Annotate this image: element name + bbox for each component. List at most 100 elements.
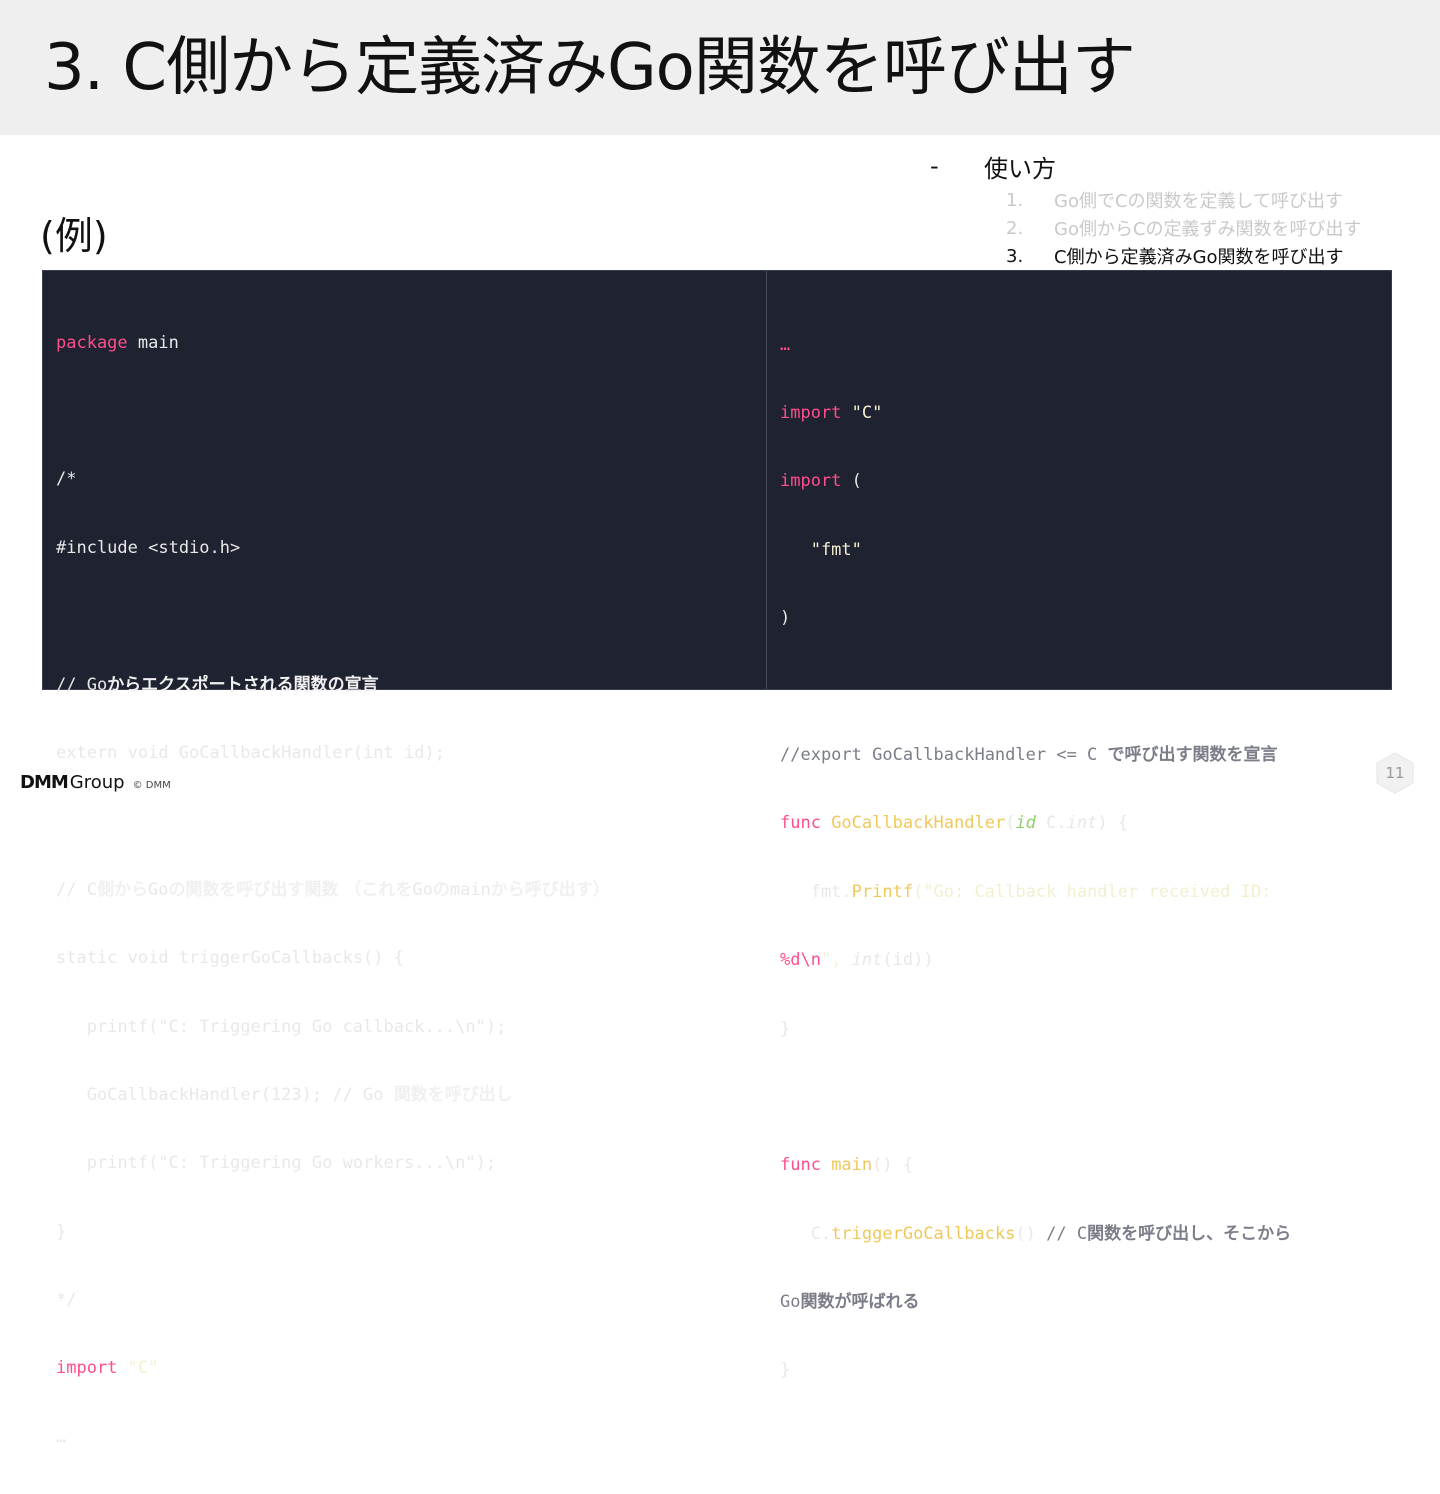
code-line: "fmt" <box>780 539 862 560</box>
code-line: … <box>56 1426 67 1447</box>
code-token: 側から <box>96 879 148 900</box>
code-divider <box>766 271 767 689</box>
code-token: func <box>780 813 821 834</box>
code-token: からエクスポートされる関数の宣言 <box>107 674 379 695</box>
dmm-group-logo: DMM Group © DMM <box>20 772 171 793</box>
code-token: Go <box>412 879 433 900</box>
code-token: () <box>1015 1223 1047 1244</box>
code-token: Printf <box>851 881 914 902</box>
code-token: ("Go: Callback handler received ID: <box>913 881 1272 902</box>
code-token: GoCallbackHandler(123); // Go <box>56 1084 394 1105</box>
code-line: … <box>780 334 791 355</box>
go-code-block: … import "C" import ( "fmt" ) //export G… <box>780 288 1291 1428</box>
code-line: func main() { <box>780 1154 1291 1177</box>
code-token: Go <box>147 879 169 900</box>
code-line: printf("C: Triggering Go workers...\n"); <box>56 1153 497 1174</box>
code-line: package main <box>56 332 610 355</box>
code-line: extern void GoCallbackHandler(int id); <box>56 742 445 763</box>
usage-item-1: 1. Go側でCの関数を定義して呼び出す <box>1006 186 1410 214</box>
code-token: "C" <box>841 402 883 423</box>
usage-item-2: 2. Go側からCの定義ずみ関数を呼び出す <box>1006 214 1410 242</box>
code-token: 関数が呼ばれる <box>800 1292 920 1313</box>
code-token: main <box>820 1155 873 1176</box>
title-bar: 3. C側から定義済みGo関数を呼び出す <box>0 0 1440 135</box>
usage-section: - 使い方 1. Go側でCの関数を定義して呼び出す 2. Go側からCの定義ず… <box>930 150 1410 270</box>
code-line: //export GoCallbackHandler <= C で呼び出す関数を… <box>780 744 1291 767</box>
code-token: ( <box>1005 813 1016 834</box>
code-token: int <box>1066 813 1098 834</box>
code-line: import "C" <box>780 402 1291 425</box>
code-line: GoCallbackHandler(123); // Go 関数を呼び出し <box>56 1084 610 1107</box>
usage-item-number: 3. <box>1006 245 1024 267</box>
code-line: } <box>780 1360 791 1381</box>
code-token: 関数を呼び出し <box>393 1084 513 1105</box>
code-token: import <box>56 1358 118 1379</box>
code-token: main <box>449 879 491 900</box>
code-line: fmt.Printf("Go: Callback handler receive… <box>780 881 1291 904</box>
code-token: import <box>780 402 842 423</box>
code-token: "C" <box>117 1358 159 1379</box>
code-token: C. <box>780 1223 832 1244</box>
code-token: の関数を呼び出す関数 （これを <box>168 879 413 900</box>
code-line: C.triggerGoCallbacks() // C関数を呼び出し、そこから <box>780 1223 1291 1246</box>
code-token: main <box>127 332 179 353</box>
code-token: %d\n <box>780 950 821 971</box>
logo-brand-bold: DMM <box>20 772 69 793</box>
code-line: // C側からGoの関数を呼び出す関数 （これをGoのmainから呼び出す） <box>56 879 610 902</box>
usage-list: 1. Go側でCの関数を定義して呼び出す 2. Go側からCの定義ずみ関数を呼び… <box>930 186 1410 270</box>
code-token: id <box>1015 813 1036 834</box>
code-token: func <box>780 1155 821 1176</box>
usage-heading: - 使い方 <box>930 150 1410 183</box>
code-token: Go <box>780 1292 801 1313</box>
code-token: で呼び出す関数を宣言 <box>1107 744 1278 765</box>
code-token: の <box>432 879 450 900</box>
usage-item-label: Go側でCの関数を定義して呼び出す <box>1054 191 1343 212</box>
code-panel: package main /* #include <stdio.h> // Go… <box>42 270 1392 1447</box>
usage-heading-label: 使い方 <box>984 154 1056 183</box>
code-line: %d\n", int(id)) <box>780 949 1291 972</box>
code-token: int <box>851 950 883 971</box>
logo-brand-rest: Group <box>69 772 125 793</box>
code-token: import <box>780 471 842 492</box>
code-token: ( <box>841 471 862 492</box>
code-line: } <box>56 1221 67 1242</box>
code-token: ) { <box>1097 813 1129 834</box>
code-token: //export GoCallbackHandler <= C <box>780 744 1108 765</box>
code-line: #include <stdio.h> <box>56 537 241 558</box>
example-label: (例) <box>40 214 108 258</box>
code-line: import "C" <box>56 1357 610 1380</box>
code-line: /* <box>56 469 77 490</box>
bullet-dash: - <box>930 152 939 180</box>
usage-item-label: Go側からCの定義ずみ関数を呼び出す <box>1054 219 1362 240</box>
code-line: import ( <box>780 470 1291 493</box>
code-token: 関数を呼び出し、そこから <box>1087 1223 1292 1244</box>
code-line: Go関数が呼ばれる <box>780 1291 1291 1314</box>
code-token: // C <box>1046 1223 1088 1244</box>
code-token: fmt. <box>780 881 852 902</box>
c-code-block: package main /* #include <stdio.h> // Go… <box>56 286 610 1494</box>
page-number-badge: 11 <box>1376 752 1414 794</box>
code-line: */ <box>56 1290 77 1311</box>
code-token: C. <box>1035 813 1067 834</box>
page-number: 11 <box>1385 764 1405 782</box>
usage-item-number: 2. <box>1006 217 1024 239</box>
usage-item-label: C側から定義済みGo関数を呼び出す <box>1054 247 1344 268</box>
usage-item-3: 3. C側から定義済みGo関数を呼び出す <box>1006 242 1410 270</box>
code-line: printf("C: Triggering Go callback...\n")… <box>56 1016 507 1037</box>
code-token: GoCallbackHandler <box>820 813 1006 834</box>
code-token: から呼び出す） <box>490 879 610 900</box>
code-token: // Go <box>56 674 108 695</box>
code-line: static void triggerGoCallbacks() { <box>56 948 404 969</box>
code-token: ", <box>820 950 852 971</box>
slide-title: 3. C側から定義済みGo関数を呼び出す <box>44 31 1136 105</box>
code-token: triggerGoCallbacks <box>831 1223 1016 1244</box>
code-line: // Goからエクスポートされる関数の宣言 <box>56 674 610 697</box>
copyright-text: © DMM <box>132 780 171 791</box>
code-line: ) <box>780 608 791 629</box>
usage-item-number: 1. <box>1006 189 1024 211</box>
